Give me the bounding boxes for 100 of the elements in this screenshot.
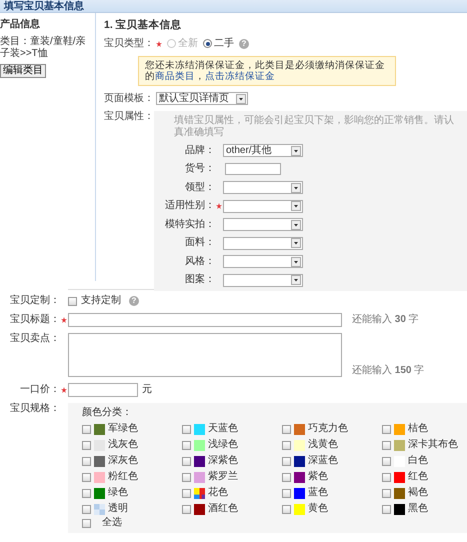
color-label: 深紫色 (208, 455, 238, 467)
checkbox[interactable] (82, 440, 91, 450)
color-label: 浅黄色 (308, 439, 338, 451)
field-label: 一口价： (19, 384, 60, 396)
color-label: 天蓝色 (208, 423, 238, 435)
notice-link[interactable]: 商品类目 (155, 70, 195, 82)
attribute-select[interactable] (223, 218, 303, 232)
radio-label: 二手 (214, 38, 234, 50)
field-label: 宝贝标题： (9, 314, 60, 326)
checkbox-label: 支持定制 (81, 295, 121, 307)
color-label: 红色 (408, 471, 428, 483)
notice-link[interactable]: 点击冻结保证金 (205, 70, 275, 82)
selling-points-textarea[interactable] (68, 333, 342, 377)
attribute-select[interactable]: other/其他 (223, 144, 303, 158)
field-label: 宝贝定制： (9, 295, 60, 307)
radio-button[interactable] (203, 39, 212, 48)
color-label: 桔色 (408, 423, 428, 435)
select-value: other/其他 (226, 144, 272, 157)
character-counter: 还能输入 150 字 (352, 365, 424, 377)
color-label: 白色 (408, 455, 428, 467)
checkbox[interactable] (82, 488, 91, 498)
field-label: 品牌： (184, 144, 215, 157)
sidebar-heading: 产品信息 (0, 19, 41, 31)
checkbox[interactable] (182, 440, 191, 450)
color-label: 军绿色 (108, 423, 138, 435)
color-label: 深灰色 (108, 455, 138, 467)
field-label: 宝贝卖点： (9, 333, 60, 345)
checkbox[interactable] (68, 296, 77, 306)
multicolor-swatch (194, 488, 205, 498)
checkbox[interactable] (282, 440, 291, 450)
checkbox[interactable] (182, 424, 191, 434)
title-input[interactable] (68, 313, 342, 327)
template-select[interactable]: 默认宝贝详情页 (156, 92, 248, 106)
color-label: 花色 (208, 487, 228, 499)
attributes-hint: 填错宝贝属性，可能会引起宝贝下架，影响您的正常销售。请认真准确填写 (174, 115, 455, 140)
checkbox[interactable] (82, 518, 91, 528)
field-label: 模特实拍： (164, 218, 215, 231)
checkbox[interactable] (382, 488, 391, 498)
color-label: 紫罗兰 (208, 471, 238, 483)
color-label: 黑色 (408, 503, 428, 515)
checkbox[interactable] (282, 456, 291, 466)
attribute-select[interactable] (223, 236, 303, 250)
color-label: 浅绿色 (208, 439, 238, 451)
checkbox[interactable] (282, 472, 291, 482)
edit-category-button[interactable]: 编辑类目 (0, 64, 46, 78)
checkbox[interactable] (82, 424, 91, 434)
color-label: 酒红色 (208, 503, 238, 515)
color-label: 深卡其布色 (408, 439, 458, 451)
attribute-select[interactable] (223, 200, 303, 213)
color-label: 紫色 (308, 471, 328, 483)
transparent-swatch (94, 504, 105, 514)
field-label: 面料： (184, 237, 215, 250)
checkbox[interactable] (382, 440, 391, 450)
radio-label: 全新 (178, 38, 198, 50)
field-label: 图案： (184, 274, 215, 286)
checkbox[interactable] (382, 456, 391, 466)
checkbox[interactable] (382, 424, 391, 434)
color-label: 浅灰色 (108, 439, 138, 451)
checkbox[interactable] (382, 504, 391, 514)
color-label: 深蓝色 (308, 455, 338, 467)
field-label: 领型： (184, 182, 215, 194)
field-label: 宝贝类型： (104, 38, 154, 50)
checkbox[interactable] (382, 472, 391, 482)
color-label: 透明 (108, 503, 128, 515)
color-label: 蓝色 (308, 487, 328, 499)
field-label: 页面模板： (104, 92, 154, 105)
select-value: 默认宝贝详情页 (159, 92, 229, 105)
field-label: 货号： (184, 163, 215, 176)
select-all-label: 全选 (102, 517, 122, 529)
checkbox[interactable] (82, 504, 91, 514)
checkbox[interactable] (182, 504, 191, 514)
field-label: 宝贝属性： (104, 111, 154, 124)
text-input[interactable] (225, 163, 281, 176)
section-title: 1. 宝贝基本信息 (104, 19, 183, 32)
group-title: 颜色分类： (82, 407, 133, 419)
color-label: 粉红色 (108, 471, 138, 483)
warning-notice: 您还未冻结消保保证金，此类目是必须缴纳消保保证金的商品类目，点击冻结保证金 (138, 56, 396, 86)
checkbox[interactable] (282, 488, 291, 498)
field-label: 风格： (184, 256, 215, 268)
character-counter: 还能输入 30 字 (352, 314, 419, 326)
currency-unit: 元 (142, 384, 152, 396)
checkbox[interactable] (182, 472, 191, 482)
attribute-select[interactable] (223, 255, 303, 268)
checkbox[interactable] (282, 424, 291, 434)
color-label: 褐色 (408, 487, 428, 499)
checkbox[interactable] (282, 504, 291, 514)
color-label: 巧克力色 (308, 423, 348, 435)
field-label: 适用性别： (164, 200, 215, 212)
category-path: 类目：童装/童鞋/亲子装>>T恤 (0, 36, 87, 60)
checkbox[interactable] (82, 456, 91, 466)
price-input[interactable] (68, 383, 138, 397)
checkbox[interactable] (182, 456, 191, 466)
color-label: 黄色 (308, 503, 328, 515)
page-title: 填写宝贝基本信息 (0, 0, 467, 13)
field-label: 宝贝规格： (9, 403, 60, 415)
checkbox[interactable] (82, 472, 91, 482)
attribute-select[interactable] (223, 181, 303, 194)
checkbox[interactable] (182, 488, 191, 498)
color-label: 绿色 (108, 487, 128, 499)
attribute-select[interactable] (223, 274, 303, 287)
